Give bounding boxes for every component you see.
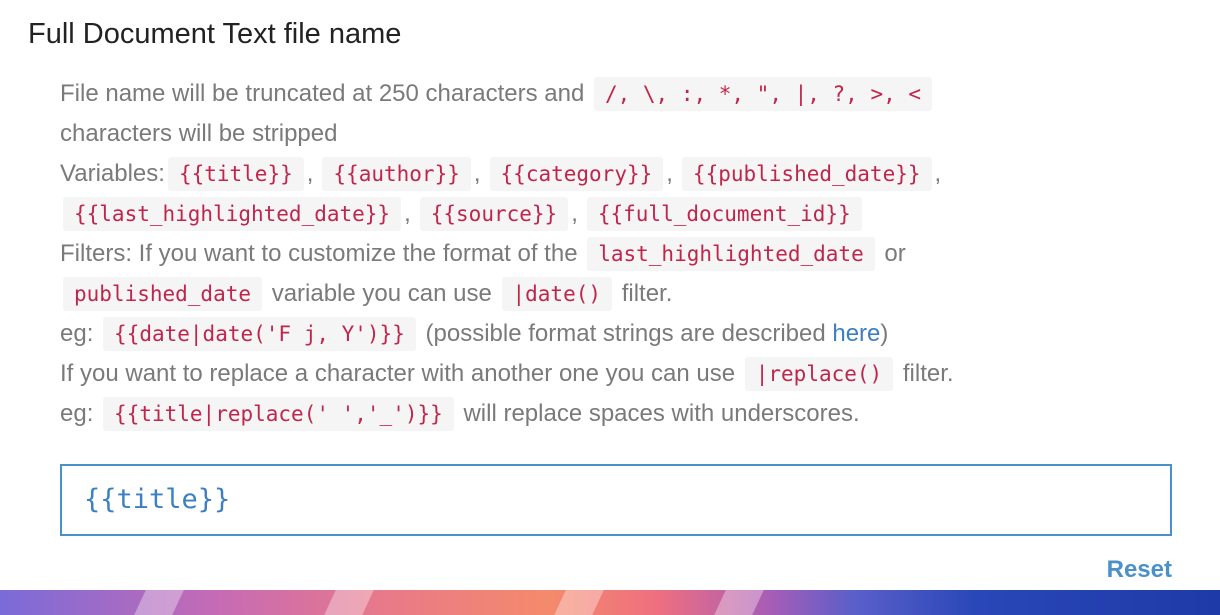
variable-author: {{author}} [322,157,471,191]
stripped-text: characters will be stripped [60,120,338,147]
stripped-characters-code: /, \, :, *, ", |, ?, >, < [593,77,933,111]
help-line-replace: If you want to replace a character with … [60,354,1190,394]
decorative-gradient-bar [0,590,1220,615]
help-line-filters: Filters: If you want to customize the fo… [60,234,1190,274]
decorative-stripe [134,590,184,615]
variable-source: {{source}} [419,197,569,231]
decorative-stripe [714,590,764,615]
variable-published-date: {{published_date}} [681,157,932,191]
variables-label: Variables: [60,160,165,187]
help-text: File name will be truncated at 250 chara… [60,74,1190,434]
help-line-example-date: eg: {{date|date('F j, Y')}} (possible fo… [60,314,1190,354]
format-strings-link[interactable]: here [832,320,880,347]
help-line-example-replace: eg: {{title|replace(' ','_')}} will repl… [60,394,1190,434]
variable-title: {{title}} [167,157,304,191]
variable-full-document-id: {{full_document_id}} [586,197,862,231]
filter-code-date: |date() [501,277,613,311]
file-name-template-input[interactable]: {{title}} [60,464,1172,536]
help-line-truncation: File name will be truncated at 250 chara… [60,74,1190,114]
help-line-stripped: characters will be stripped [60,114,1190,154]
section-title: Full Document Text file name [28,18,402,50]
variable-category: {{category}} [489,157,664,191]
variable-last-highlighted-date: {{last_highlighted_date}} [63,197,402,231]
decorative-stripe [554,590,604,615]
truncation-text: File name will be truncated at 250 chara… [60,80,585,107]
help-line-variables: Variables: {{title}}, {{author}}, {{categor… [60,154,1190,194]
help-line-filters-2: published_date variable you can use |dat… [60,274,1190,314]
replace-filter-code: |replace() [744,357,894,391]
help-line-variables-2: {{last_highlighted_date}}, {{source}}, {{f… [60,194,1190,234]
example-date-code: {{date|date('F j, Y')}} [103,317,416,351]
decorative-stripe [324,590,374,615]
reset-button[interactable]: Reset [1107,554,1172,586]
filter-code-published-date: published_date [63,277,263,311]
filter-code-last-highlighted-date: last_highlighted_date [587,237,875,271]
example-replace-code: {{title|replace(' ','_')}} [103,397,454,431]
